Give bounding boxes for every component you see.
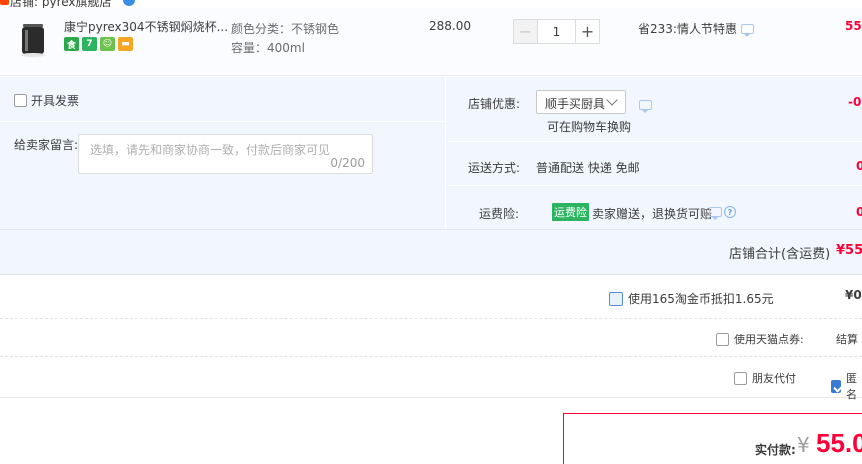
tmall-points-label: 使用天猫点券: [734, 333, 804, 346]
promotion-chat-icon[interactable] [740, 23, 754, 37]
quantity-stepper: − 1 + [513, 19, 600, 44]
shipping-amount: 0 [856, 159, 862, 173]
invoice-option[interactable]: 开具发票 [14, 92, 79, 109]
quantity-increase-button[interactable]: + [575, 20, 599, 43]
anonymous-label: 匿名 [846, 372, 857, 401]
friend-pay-option[interactable]: 朋友代付 [734, 370, 796, 386]
food-badge-icon[interactable]: 食 [64, 37, 79, 51]
chat-icon[interactable] [123, 0, 135, 6]
cart-exchange-note: 可在购物车换购 [547, 120, 632, 134]
invoice-checkbox[interactable] [14, 94, 27, 107]
sku-capacity: 容量：400ml [231, 41, 305, 55]
shipping-method: 普通配送 快递 免邮 [536, 161, 640, 175]
coin-checkbox[interactable] [609, 291, 623, 306]
question-icon[interactable]: ? [724, 206, 736, 218]
shop-discount-amount: -0 [848, 95, 862, 109]
shipping-label: 运送方式: [468, 161, 521, 175]
pay-currency: ¥ [797, 433, 810, 457]
seller-message-placeholder: 选填，请先和商家协商一致，付款后商家可见 [90, 143, 331, 157]
chevron-down-icon [606, 94, 618, 106]
seven-day-return-icon[interactable]: 7 [82, 37, 97, 51]
insurance-label: 运费险: [479, 207, 520, 221]
invoice-label: 开具发票 [31, 94, 80, 108]
insurance-tag: 运费险 [552, 203, 589, 221]
tmall-points-option[interactable]: 使用天猫点券: [716, 331, 804, 347]
friend-pay-row [0, 357, 862, 398]
shop-icon [0, 0, 9, 5]
insurance-amount: 0 [856, 205, 862, 219]
shop-total-amount: ¥55 [836, 243, 862, 258]
shop-name[interactable]: 店铺: pyrex旗舰店 [10, 0, 112, 8]
discount-chat-icon[interactable] [639, 100, 652, 113]
seller-message-input[interactable]: 选填，请先和商家协商一致，付款后商家可见 0/200 [78, 134, 373, 174]
coin-amount: ¥0 [845, 288, 862, 302]
product-thumbnail[interactable] [14, 20, 52, 60]
quantity-decrease-button[interactable]: − [514, 20, 538, 43]
promotion-info: 省233:情人节特惠 [638, 20, 754, 37]
certified-icon[interactable]: ☺ [100, 37, 115, 51]
insurance-text: 卖家赠送，退换货可赔 [592, 207, 713, 221]
friend-pay-checkbox[interactable] [734, 371, 747, 385]
shop-discount-value: 顺手买厨具 [545, 97, 606, 111]
quantity-input[interactable]: 1 [538, 20, 575, 43]
shop-discount-select[interactable]: 顺手买厨具 [536, 90, 626, 114]
pay-amount: 55.0 [816, 428, 862, 458]
coin-deduction-option[interactable]: 使用165淘金币抵扣1.65元 [609, 290, 774, 307]
product-title[interactable]: 康宁pyrex304不锈钢焖烧杯... [64, 18, 228, 35]
friend-pay-label: 朋友代付 [752, 372, 796, 385]
insurance-help: ? [709, 206, 736, 220]
seller-message-label: 给卖家留言: [14, 138, 79, 152]
pay-label: 实付款: [755, 443, 796, 457]
insurance-chat-icon[interactable] [709, 207, 722, 220]
sku-color: 颜色分类：不锈钢色 [231, 22, 340, 36]
item-subtotal: 55 [845, 19, 862, 33]
tmall-points-checkbox[interactable] [716, 332, 729, 346]
shop-total-label: 店铺合计(含运费) [729, 247, 831, 262]
service-badges: 食 7 ☺ ▬ [64, 37, 133, 51]
tmall-points-settle: 结算 [836, 333, 858, 346]
shop-discount-label: 店铺优惠: [468, 97, 521, 111]
anonymous-option[interactable]: 匿名 [831, 370, 862, 402]
shop-header: 店铺: pyrex旗舰店 [0, 0, 862, 8]
seller-message-counter: 0/200 [330, 156, 365, 170]
coin-label: 使用165淘金币抵扣1.65元 [628, 292, 774, 306]
anonymous-checkbox[interactable] [831, 379, 841, 393]
card-payment-icon[interactable]: ▬ [118, 37, 133, 51]
unit-price: 288.00 [429, 19, 471, 33]
promotion-text: 省233:情人节特惠 [638, 22, 737, 36]
